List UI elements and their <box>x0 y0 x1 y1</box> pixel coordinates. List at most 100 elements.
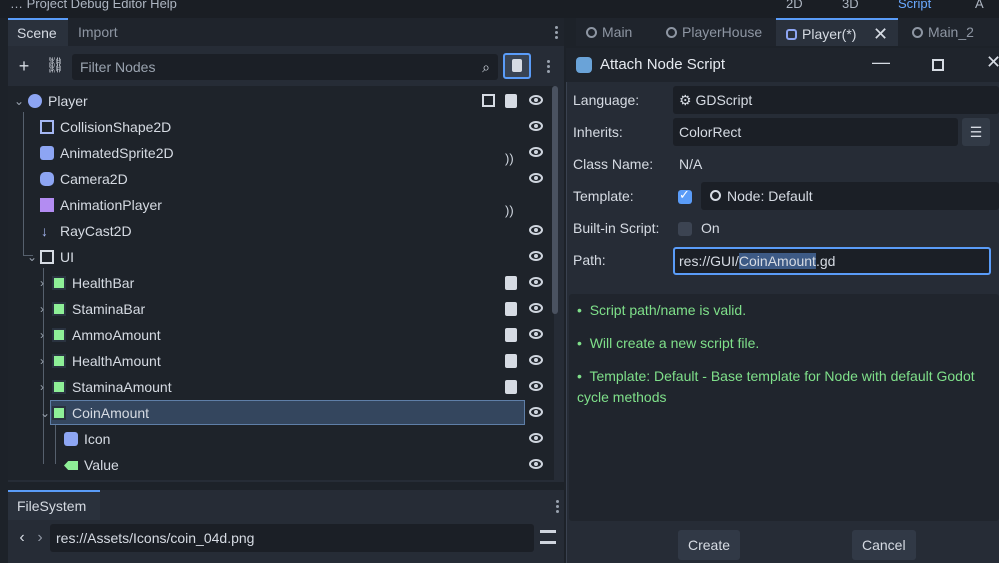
expand-arrow-icon[interactable]: › <box>40 374 44 400</box>
search-icon: ⌕ <box>482 59 490 75</box>
filesystem-path-field[interactable]: res://Assets/Icons/coin_04d.png <box>50 524 534 552</box>
visibility-icon[interactable] <box>529 173 543 183</box>
visibility-icon[interactable] <box>529 355 543 365</box>
close-icon[interactable]: ✕ <box>986 52 999 73</box>
tab-playerhouse[interactable]: PlayerHouse <box>656 18 770 46</box>
tab-main-2[interactable]: Main_2 <box>902 18 999 46</box>
script-icon[interactable] <box>505 354 517 368</box>
visibility-icon[interactable] <box>529 225 543 235</box>
minimize-icon[interactable]: — <box>872 52 890 73</box>
create-button[interactable]: Create <box>678 530 741 560</box>
animatedsprite2d-icon <box>40 146 54 160</box>
expand-arrow-icon[interactable]: › <box>40 322 44 348</box>
tree-row-healthbar[interactable]: › HealthBar <box>8 270 554 296</box>
visibility-icon[interactable] <box>529 147 543 157</box>
tab-main[interactable]: Main <box>576 18 652 46</box>
script-icon[interactable] <box>505 94 517 108</box>
tree-row-camera2d[interactable]: Camera2D <box>8 166 554 192</box>
control-node-icon <box>52 328 66 342</box>
forward-arrow-icon[interactable]: › <box>28 526 52 550</box>
tree-row-coinamount[interactable]: ⌄ CoinAmount <box>8 400 554 426</box>
language-select[interactable]: ⚙ GDScript <box>673 86 999 114</box>
template-checkbox[interactable] <box>678 187 692 204</box>
tree-row-icon[interactable]: Icon <box>8 426 554 452</box>
visibility-icon[interactable] <box>529 121 543 131</box>
tree-row-staminabar[interactable]: › StaminaBar <box>8 296 554 322</box>
expand-arrow-icon[interactable]: › <box>40 348 44 374</box>
expand-arrow-icon[interactable]: › <box>40 270 44 296</box>
dock-menu-icon[interactable] <box>554 24 558 41</box>
visibility-icon[interactable] <box>529 95 543 105</box>
scene-circle-icon <box>666 27 677 38</box>
mode-2d-button[interactable]: 2D <box>786 0 803 11</box>
message-text: Script path/name is valid. <box>589 302 747 318</box>
close-tab-icon[interactable]: ✕ <box>873 20 888 48</box>
scene-tree-scrollbar[interactable] <box>552 86 558 314</box>
visibility-icon[interactable] <box>529 329 543 339</box>
script-icon[interactable] <box>505 328 517 342</box>
tree-row-animationplayer[interactable]: AnimationPlayer )) <box>8 192 554 218</box>
visibility-icon[interactable] <box>529 381 543 391</box>
collapse-arrow-icon[interactable]: ⌄ <box>14 88 24 114</box>
builtin-script-label: Built-in Script: <box>573 220 660 236</box>
visibility-icon[interactable] <box>529 459 543 469</box>
mode-script-button[interactable]: Script <box>898 0 931 11</box>
inherits-input[interactable]: ColorRect <box>673 118 958 146</box>
tree-row-staminaamount[interactable]: › StaminaAmount <box>8 374 554 400</box>
tree-row-ammoamount[interactable]: › AmmoAmount <box>8 322 554 348</box>
filter-nodes-input[interactable]: Filter Nodes ⌕ <box>72 54 498 80</box>
control-node-icon <box>52 302 66 316</box>
tree-row-ui[interactable]: ⌄ UI <box>8 244 554 270</box>
control-ui-icon <box>40 250 54 264</box>
tab-import[interactable]: Import <box>70 18 126 46</box>
template-select[interactable]: Node: Default <box>701 182 999 210</box>
expand-arrow-icon[interactable]: › <box>40 296 44 322</box>
node-label: RayCast2D <box>60 223 132 239</box>
tab-player[interactable]: Player(*) ✕ <box>776 18 898 46</box>
menu-text[interactable]: … Project Debug Editor Help <box>10 0 177 11</box>
player-node-icon <box>786 29 797 40</box>
split-view-icon[interactable] <box>540 530 556 544</box>
add-node-icon[interactable]: + <box>12 54 36 78</box>
script-icon[interactable] <box>505 276 517 290</box>
path-input[interactable]: res://GUI/CoinAmount.gd <box>673 247 991 275</box>
instance-scene-icon[interactable]: ⛓ <box>43 54 67 78</box>
mode-assetlib-button[interactable]: A <box>975 0 984 11</box>
tree-row-collisionshape2d[interactable]: CollisionShape2D <box>8 114 554 140</box>
animationplayer-icon <box>40 198 54 212</box>
scene-circle-icon <box>912 27 923 38</box>
collapse-arrow-icon[interactable]: ⌄ <box>27 244 37 270</box>
tab-filesystem[interactable]: FileSystem <box>8 490 100 520</box>
maximize-icon[interactable] <box>932 59 944 71</box>
visibility-icon[interactable] <box>529 433 543 443</box>
script-icon[interactable] <box>505 302 517 316</box>
attach-script-button[interactable] <box>503 53 531 79</box>
node-label: Icon <box>84 431 111 447</box>
tree-row-raycast2d[interactable]: ↓ RayCast2D <box>8 218 554 244</box>
message-path-valid: • Script path/name is valid. <box>577 302 747 318</box>
mode-3d-button[interactable]: 3D <box>842 0 859 11</box>
builtin-on-label: On <box>701 220 720 236</box>
visibility-icon[interactable] <box>529 277 543 287</box>
tree-row-animatedsprite2d[interactable]: AnimatedSprite2D )) <box>8 140 554 166</box>
group-icon[interactable] <box>482 94 495 107</box>
textureRect-icon <box>64 432 78 446</box>
cancel-button[interactable]: Cancel <box>852 530 916 560</box>
tab-scene[interactable]: Scene <box>8 18 68 46</box>
visibility-icon[interactable] <box>529 407 543 417</box>
tree-row-value[interactable]: Value <box>8 452 554 478</box>
browse-inherits-icon[interactable]: ☰ <box>962 118 990 146</box>
path-suffix: .gd <box>815 253 836 269</box>
tree-row-player[interactable]: ⌄ Player <box>8 88 554 114</box>
script-icon[interactable] <box>505 380 517 394</box>
node-label: StaminaAmount <box>72 379 172 395</box>
builtin-script-checkbox[interactable] <box>678 222 692 236</box>
visibility-icon[interactable] <box>529 251 543 261</box>
node-label: AnimationPlayer <box>60 197 162 213</box>
collapse-arrow-icon[interactable]: ⌄ <box>40 400 50 426</box>
tree-row-healthamount[interactable]: › HealthAmount <box>8 348 554 374</box>
node-label: CoinAmount <box>72 405 150 421</box>
filesystem-menu-icon[interactable] <box>555 498 559 515</box>
visibility-icon[interactable] <box>529 303 543 313</box>
scene-tree-menu-icon[interactable] <box>546 58 550 75</box>
